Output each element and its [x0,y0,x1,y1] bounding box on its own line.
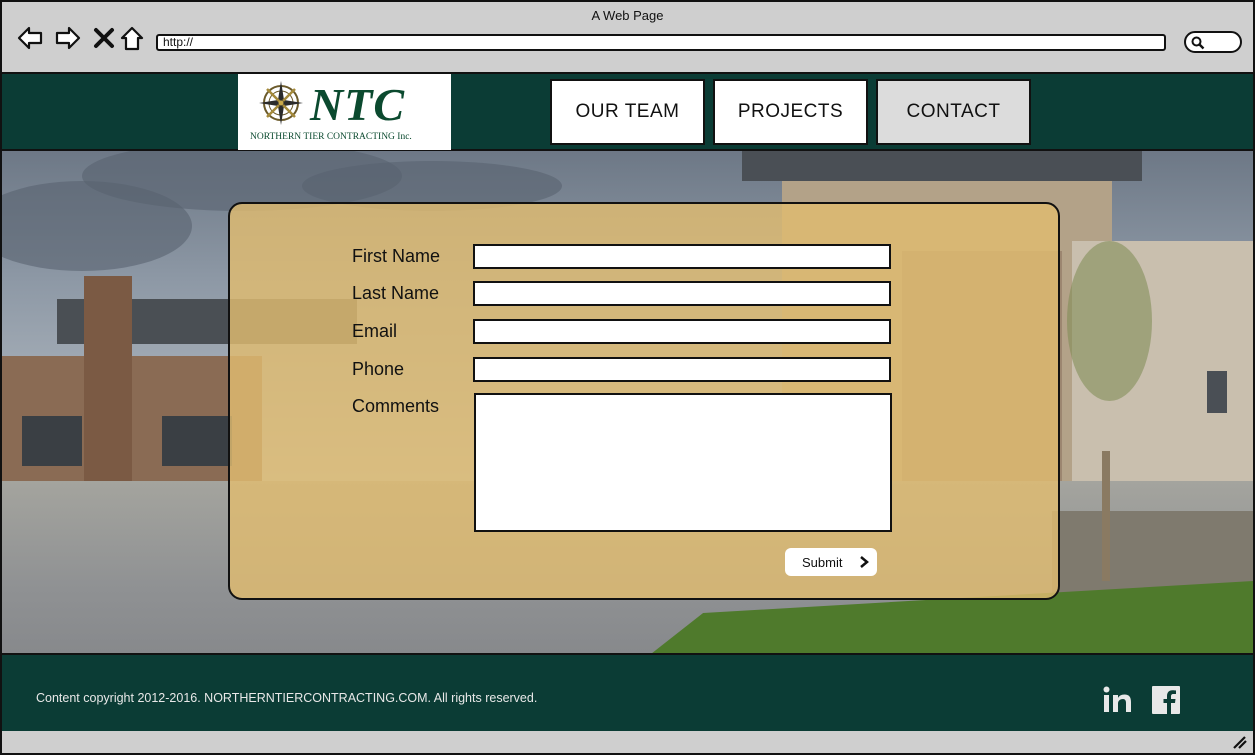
building-window [22,416,82,466]
tree-canopy [1067,241,1152,401]
nav-our-team-label: OUR TEAM [575,101,680,122]
contact-form-panel: First Name Last Name Email Phone Comment… [228,202,1060,600]
email-field[interactable] [473,319,891,344]
roof-overhang [742,151,1142,181]
phone-label: Phone [352,359,405,379]
submit-button[interactable]: Submit [785,548,877,576]
submit-label: Submit [802,554,843,570]
building-window [162,416,232,466]
last-name-field[interactable] [473,281,891,306]
site-footer: Content copyright 2012-2016. NORTHERNTIE… [2,653,1253,733]
search-icon [1191,36,1205,50]
nav-projects[interactable]: PROJECTS [713,79,868,145]
browser-window: A Web Page http:// NTC NORTHERN TIER CON… [0,0,1255,755]
site-header: NTC NORTHERN TIER CONTRACTING Inc. OUR T… [2,74,1253,151]
browser-search-field[interactable] [1184,31,1242,53]
linkedin-icon[interactable] [1102,685,1134,715]
nav-our-team[interactable]: OUR TEAM [550,79,705,145]
building-window [1207,371,1227,413]
nav-contact[interactable]: CONTACT [876,79,1031,145]
facebook-icon[interactable] [1150,685,1182,715]
comments-label: Comments [352,396,440,416]
back-arrow-icon[interactable] [16,24,44,52]
home-icon[interactable] [118,24,146,52]
forward-arrow-icon[interactable] [54,24,82,52]
nav-projects-label: PROJECTS [737,101,844,122]
nav-contact-label: CONTACT [906,101,1001,122]
email-label: Email [352,321,398,341]
tree-trunk [1102,451,1110,581]
resize-grip-icon[interactable] [1231,735,1247,749]
comments-textarea[interactable] [474,393,892,532]
chevron-right-icon [860,556,869,568]
stop-icon[interactable] [90,24,118,52]
url-bar[interactable]: http:// [156,34,1166,51]
window-title: A Web Page [591,8,664,23]
logo-wordmark: NTC [310,79,405,130]
first-name-field[interactable] [473,244,891,269]
hero-background-photo: First Name Last Name Email Phone Comment… [2,151,1253,653]
status-bar [2,731,1253,753]
brick-pillar [84,276,132,486]
copyright-text: Content copyright 2012-2016. NORTHERNTIE… [36,691,538,705]
logo-subtitle: NORTHERN TIER CONTRACTING Inc. [250,132,412,142]
company-logo[interactable]: NTC NORTHERN TIER CONTRACTING Inc. [238,74,451,150]
compass-rose-icon [259,81,303,125]
last-name-label: Last Name [352,283,440,303]
phone-field[interactable] [473,357,891,382]
first-name-label: First Name [352,246,441,266]
browser-chrome: A Web Page http:// [2,2,1253,74]
